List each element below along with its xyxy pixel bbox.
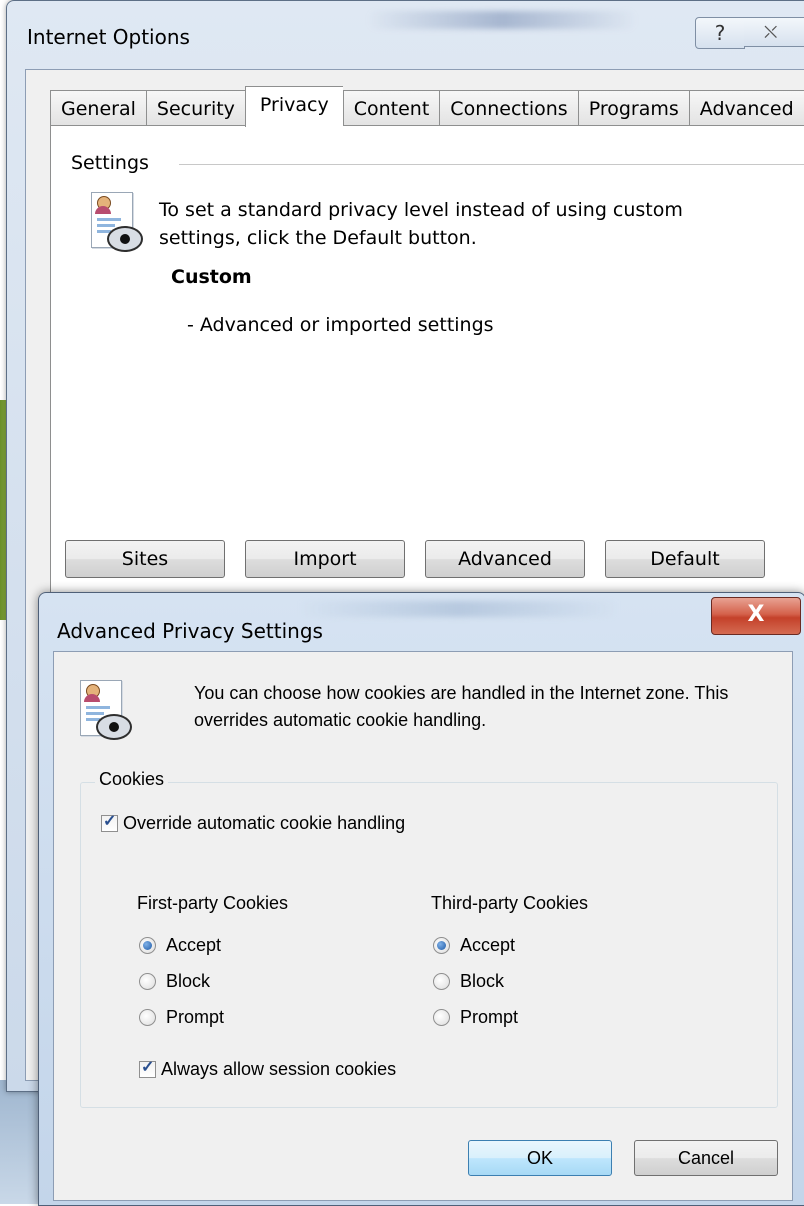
cookies-group: Cookies ✓ Override automatic cookie hand… [80, 769, 778, 1108]
always-allow-session-cookies-label: Always allow session cookies [161, 1059, 397, 1079]
help-icon: ? [714, 21, 726, 45]
radio-selected-icon [139, 937, 156, 954]
help-button[interactable]: ? [695, 17, 745, 49]
radio-label: Block [460, 971, 505, 991]
close-icon: X [747, 602, 765, 627]
sites-button[interactable]: Sites [65, 540, 225, 578]
override-cookie-handling-label: Override automatic cookie handling [123, 813, 406, 833]
privacy-document-eye-icon [80, 680, 132, 742]
internet-options-title: Internet Options [27, 25, 190, 49]
blurred-title-text [367, 11, 637, 29]
always-allow-session-cookies-checkbox[interactable]: ✓ Always allow session cookies [139, 1059, 396, 1080]
radio-unselected-icon [433, 973, 450, 990]
third-party-accept-radio[interactable]: Accept [433, 935, 515, 956]
internet-options-titlebar[interactable]: Internet Options ? ⛌ [7, 1, 804, 63]
radio-unselected-icon [139, 973, 156, 990]
tab-connections[interactable]: Connections [439, 90, 578, 128]
privacy-document-eye-icon [91, 192, 143, 254]
cookie-handling-description: You can choose how cookies are handled i… [194, 683, 729, 730]
blurred-title-text [299, 601, 619, 617]
privacy-level-description: - Advanced or imported settings [187, 314, 494, 336]
close-button[interactable]: ⛌ [744, 17, 804, 47]
third-party-cookies-heading: Third-party Cookies [431, 893, 589, 913]
checkbox-checked-icon: ✓ [101, 813, 118, 832]
first-party-prompt-radio[interactable]: Prompt [139, 1007, 224, 1028]
privacy-level-name: Custom [171, 266, 252, 288]
radio-unselected-icon [433, 1009, 450, 1026]
advanced-privacy-settings-window: Advanced Privacy Settings X You can choo… [38, 592, 804, 1206]
tab-security[interactable]: Security [145, 90, 245, 128]
third-party-block-radio[interactable]: Block [433, 971, 504, 992]
import-button[interactable]: Import [245, 540, 405, 578]
cancel-button[interactable]: Cancel [634, 1140, 778, 1176]
radio-label: Prompt [166, 1007, 225, 1027]
radio-label: Accept [166, 935, 222, 955]
tab-general[interactable]: General [50, 90, 146, 128]
tab-strip: General Security Privacy Content Connect… [50, 86, 804, 128]
default-button[interactable]: Default [605, 540, 765, 578]
tab-privacy[interactable]: Privacy [244, 86, 343, 127]
third-party-prompt-radio[interactable]: Prompt [433, 1007, 518, 1028]
close-button[interactable]: X [711, 597, 801, 635]
radio-label: Prompt [460, 1007, 519, 1027]
settings-group-divider [179, 164, 804, 165]
radio-selected-icon [433, 937, 450, 954]
checkbox-checked-icon: ✓ [139, 1059, 156, 1078]
first-party-cookies-heading: First-party Cookies [137, 893, 289, 913]
advanced-privacy-client: You can choose how cookies are handled i… [53, 651, 793, 1201]
radio-label: Block [166, 971, 211, 991]
first-party-accept-radio[interactable]: Accept [139, 935, 221, 956]
radio-unselected-icon [139, 1009, 156, 1026]
settings-legend: Settings [71, 152, 157, 174]
close-icon: ⛌ [764, 22, 778, 43]
first-party-block-radio[interactable]: Block [139, 971, 210, 992]
cookies-legend: Cookies [95, 769, 169, 790]
tab-advanced[interactable]: Advanced [688, 90, 804, 128]
tab-programs[interactable]: Programs [577, 90, 689, 128]
privacy-description: To set a standard privacy level instead … [159, 199, 683, 249]
radio-label: Accept [460, 935, 516, 955]
tab-content[interactable]: Content [342, 90, 440, 128]
advanced-privacy-title: Advanced Privacy Settings [57, 619, 323, 643]
ok-button[interactable]: OK [468, 1140, 612, 1176]
advanced-button[interactable]: Advanced [425, 540, 585, 578]
override-cookie-handling-checkbox[interactable]: ✓ Override automatic cookie handling [101, 813, 405, 834]
